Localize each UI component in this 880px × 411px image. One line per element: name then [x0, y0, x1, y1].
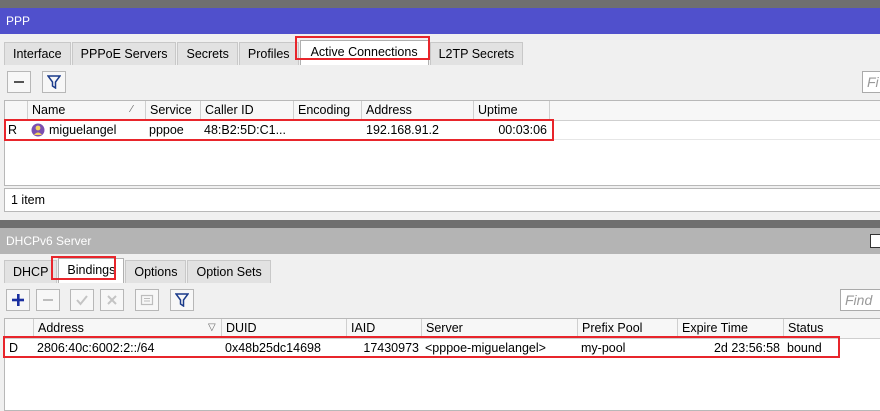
find-input[interactable]: Find: [840, 289, 880, 311]
col-uptime[interactable]: Uptime: [473, 101, 550, 120]
plus-icon: [12, 294, 24, 306]
item-count: 1 item: [4, 188, 880, 212]
row-prefix-pool: my-pool: [581, 341, 626, 355]
dhcpv6-tabs: DHCP Bindings Options Option Sets: [4, 258, 272, 284]
enable-button[interactable]: [70, 289, 94, 311]
tab-l2tp-secrets[interactable]: L2TP Secrets: [429, 42, 524, 65]
ppp-title[interactable]: PPP: [0, 8, 880, 34]
dhcpv6-window: DHCPv6 Server DHCP Bindings Options Opti…: [0, 228, 880, 411]
col-expire-time[interactable]: Expire Time: [677, 319, 783, 338]
tab-options[interactable]: Options: [125, 260, 187, 283]
find-input[interactable]: Fi: [862, 71, 880, 93]
row-flag: D: [9, 341, 19, 355]
filter-icon: [47, 75, 61, 89]
col-service[interactable]: Service: [145, 101, 200, 120]
table-row[interactable]: R miguelangel pppoe 48:B2:5D:C1... 192.1…: [5, 121, 880, 140]
col-address[interactable]: Address: [33, 319, 221, 338]
sort-indicator-icon: ⁄: [131, 104, 133, 115]
col-flag[interactable]: [5, 319, 33, 338]
minus-icon: [14, 81, 24, 83]
row-flag: R: [8, 123, 18, 137]
window-restore-icon[interactable]: [870, 234, 880, 248]
check-icon: [76, 295, 88, 306]
table-row[interactable]: D 2806:40c:6002:2::/64 0x48b25dc14698 17…: [5, 339, 880, 357]
ppp-window: PPP Interface PPPoE Servers Secrets Prof…: [0, 8, 880, 220]
dhcpv6-toolbar: Find: [0, 284, 880, 316]
sort-indicator-icon: ▽: [208, 322, 216, 333]
filter-button[interactable]: [42, 71, 66, 93]
row-server: <pppoe-miguelangel>: [425, 341, 546, 355]
minus-icon: [43, 299, 53, 301]
row-caller-id: 48:B2:5D:C1...: [204, 123, 286, 137]
tab-secrets[interactable]: Secrets: [177, 42, 238, 65]
dhcpv6-title[interactable]: DHCPv6 Server: [0, 228, 880, 254]
table-header: Name ⁄ Service Caller ID Encoding Addres…: [5, 101, 880, 121]
ppp-toolbar: Fi: [0, 66, 880, 98]
tab-active-connections[interactable]: Active Connections: [299, 40, 429, 65]
col-duid[interactable]: DUID: [221, 319, 346, 338]
user-icon: [31, 123, 45, 140]
col-flag[interactable]: [5, 101, 27, 120]
row-iaid: 17430973: [363, 341, 419, 355]
remove-button[interactable]: [7, 71, 31, 93]
row-expire-time: 2d 23:56:58: [713, 341, 780, 355]
table-header: Address ▽ DUID IAID Server Prefix Pool E…: [5, 319, 880, 339]
row-duid: 0x48b25dc14698: [225, 341, 321, 355]
tab-profiles[interactable]: Profiles: [238, 42, 299, 65]
add-button[interactable]: [6, 289, 30, 311]
tab-bindings[interactable]: Bindings: [58, 258, 125, 283]
filter-icon: [175, 293, 189, 307]
ppp-tabs: Interface PPPoE Servers Secrets Profiles…: [4, 40, 524, 66]
tab-interface[interactable]: Interface: [4, 42, 71, 65]
col-prefix-pool[interactable]: Prefix Pool: [577, 319, 677, 338]
comment-icon: [140, 294, 154, 306]
active-connections-table: Name ⁄ Service Caller ID Encoding Addres…: [4, 100, 880, 186]
col-status[interactable]: Status: [783, 319, 880, 338]
tab-dhcp[interactable]: DHCP: [4, 260, 58, 283]
filter-button[interactable]: [170, 289, 194, 311]
bindings-table: Address ▽ DUID IAID Server Prefix Pool E…: [4, 318, 880, 411]
tab-pppoe-servers[interactable]: PPPoE Servers: [71, 42, 177, 65]
tab-option-sets[interactable]: Option Sets: [187, 260, 271, 283]
col-address[interactable]: Address: [361, 101, 473, 120]
row-encoding: [297, 121, 361, 139]
cross-icon: [107, 295, 117, 305]
row-service: pppoe: [149, 123, 184, 137]
col-server[interactable]: Server: [421, 319, 577, 338]
col-encoding[interactable]: Encoding: [293, 101, 361, 120]
comment-button[interactable]: [135, 289, 159, 311]
col-caller-id[interactable]: Caller ID: [200, 101, 293, 120]
col-name[interactable]: Name: [27, 101, 145, 120]
col-iaid[interactable]: IAID: [346, 319, 421, 338]
row-uptime: 00:03:06: [498, 123, 547, 137]
row-status: bound: [787, 341, 822, 355]
remove-button[interactable]: [36, 289, 60, 311]
row-address: 192.168.91.2: [366, 123, 439, 137]
row-address: 2806:40c:6002:2::/64: [37, 341, 155, 355]
disable-button[interactable]: [100, 289, 124, 311]
row-name: miguelangel: [49, 123, 117, 137]
